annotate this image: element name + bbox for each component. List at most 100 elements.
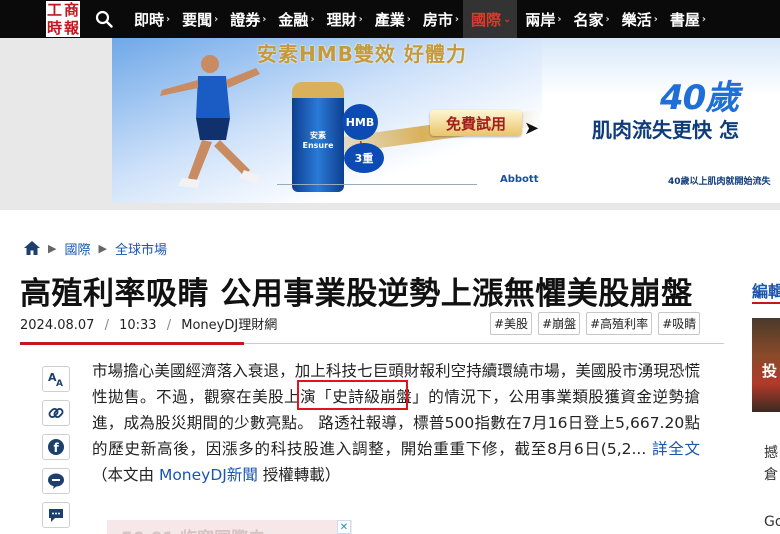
copy-link-button[interactable] (42, 400, 70, 426)
inline-ad-text: 50 01 临窗国際去 (121, 524, 265, 534)
chevron-right-icon: › (358, 13, 363, 25)
ad-small-note: 40歲以上肌肉就開始流失 (668, 177, 771, 187)
sidebar-article-title[interactable]: Go (764, 514, 780, 530)
search-icon (95, 10, 113, 28)
nav-item-label: 即時 (134, 10, 165, 29)
logo-char: 工 (46, 1, 62, 19)
nav-item[interactable]: 書屋 › (662, 0, 710, 38)
breadcrumb-item-global-market[interactable]: 全球市場 (115, 239, 167, 258)
nav-item-label: 產業 (374, 10, 405, 29)
site-logo[interactable]: 工 商 時 報 (0, 0, 82, 38)
nav-item-label: 樂活 (621, 10, 652, 29)
breadcrumb-item-international[interactable]: 國際 (64, 239, 90, 258)
chevron-right-icon: › (262, 13, 267, 25)
comment-button[interactable] (42, 502, 70, 528)
svg-text:A: A (56, 379, 63, 388)
nav-item[interactable]: 名家 › (566, 0, 614, 38)
sidebar-heading: 編輯 (752, 282, 780, 301)
breadcrumb-separator: ▶ (98, 241, 107, 255)
logo-badge: 工 商 時 報 (46, 1, 80, 37)
chevron-right-icon: › (406, 13, 411, 25)
facebook-share-button[interactable]: f (42, 434, 70, 460)
svg-text:f: f (54, 441, 60, 455)
advertisement-banner[interactable]: 安素HMB雙效 好體力 安素 Ensure HMB + 3重 免費試用 ➤ Ab… (112, 38, 780, 203)
ad-three-badge: 3重 (344, 143, 384, 173)
line-icon (48, 473, 64, 489)
font-size-button[interactable]: A A (42, 366, 70, 392)
title-underline (244, 343, 724, 344)
chevron-right-icon: › (701, 13, 706, 25)
logo-char: 報 (63, 19, 79, 37)
nav-item[interactable]: 要聞 › (174, 0, 222, 38)
article-source: MoneyDJ理財網 (181, 318, 278, 333)
nav-item[interactable]: 國際 ⌄ (462, 0, 518, 38)
ad-hmb-badge: HMB (342, 104, 378, 140)
nav-item[interactable]: 理財 › (319, 0, 367, 38)
font-size-icon: A A (48, 371, 63, 388)
ad-headline: 安素HMB雙效 好體力 (257, 42, 467, 66)
logo-char: 商 (63, 1, 79, 19)
chevron-right-icon: › (653, 13, 658, 25)
chevron-right-icon: › (454, 13, 459, 25)
read-more-link[interactable]: 詳全文 (652, 440, 700, 458)
top-navigation: 工 商 時 報 即時 › 要聞 › 證券 › 金融 › 理財 › 產業 › 房市 › 國際 ⌄ 兩岸 › 名家 › 樂活… (0, 0, 780, 38)
nav-item[interactable]: 產業 › (367, 0, 415, 38)
chevron-right-icon: › (605, 13, 610, 25)
article-text: 授權轉載） (262, 466, 341, 484)
banner-ad-area: 安素HMB雙效 好體力 安素 Ensure HMB + 3重 免費試用 ➤ Ab… (0, 38, 780, 210)
ad-free-trial-button[interactable]: 免費試用 (430, 110, 522, 136)
logo-char: 時 (46, 19, 62, 37)
breadcrumb-separator: ▶ (48, 241, 57, 255)
sidebar-article-title[interactable]: 撼倉 (764, 442, 780, 486)
article-tags: #美股 #崩盤 #高殖利率 #吸睛 (490, 312, 701, 335)
highlight-box (297, 380, 408, 410)
nav-item[interactable]: 樂活 › (614, 0, 662, 38)
nav-item-label: 兩岸 (525, 10, 556, 29)
nav-item[interactable]: 即時 › (126, 0, 174, 38)
tag-us-stocks[interactable]: #美股 (490, 312, 533, 335)
chevron-down-icon: ⌄ (503, 13, 512, 25)
article-meta: 2024.08.07 / 10:33 / MoneyDJ理財網 (20, 314, 277, 333)
article-text: （本文由 (92, 466, 155, 484)
article-body: 市場擔心美國經濟落入衰退，加上科技七巨頭財報利空持續環繞市場，美國股市湧現恐慌性… (92, 358, 700, 488)
inline-advertisement[interactable]: 50 01 临窗国際去 ✕ (107, 520, 352, 534)
breadcrumb: ▶ 國際 ▶ 全球市場 (24, 238, 167, 258)
chevron-right-icon: › (310, 13, 315, 25)
home-icon[interactable] (24, 241, 40, 255)
comment-icon (49, 509, 63, 522)
meta-divider: / (104, 318, 109, 333)
ad-brand: Abbott (500, 174, 539, 185)
nav-item[interactable]: 房市 › (415, 0, 463, 38)
chevron-right-icon: › (557, 13, 562, 25)
ad-bottle-label: 安素 Ensure (302, 131, 334, 150)
search-button[interactable] (82, 0, 126, 38)
nav-item[interactable]: 金融 › (270, 0, 318, 38)
link-icon (48, 408, 64, 418)
article-date: 2024.08.07 (20, 318, 95, 333)
source-link[interactable]: MoneyDJ新聞 (159, 466, 258, 484)
runner-figure (160, 55, 260, 188)
tag-crash[interactable]: #崩盤 (538, 312, 581, 335)
ad-fine-print (277, 184, 477, 186)
nav-item[interactable]: 證券 › (222, 0, 270, 38)
ad-age-text: 肌肉流失更快 怎 (592, 118, 739, 142)
ad-age-title: 40歲 (660, 78, 739, 118)
tag-high-yield[interactable]: #高殖利率 (586, 312, 653, 335)
nav-item-label: 金融 (278, 10, 309, 29)
article-text: 市場擔心美國經濟落入衰退，加上科技七巨頭財報利空持續環繞市場，美國股市湧現恐慌性… (92, 362, 700, 458)
facebook-icon: f (48, 439, 64, 455)
close-ad-icon[interactable]: ✕ (337, 520, 351, 534)
nav-item-label: 國際 (470, 10, 501, 29)
sidebar-thumbnail-text: 投 (762, 362, 778, 380)
nav-item-label: 房市 (422, 10, 453, 29)
nav-menu: 即時 › 要聞 › 證券 › 金融 › 理財 › 產業 › 房市 › 國際 ⌄ 兩岸 › 名家 › 樂活 › 書屋 › (126, 0, 710, 38)
nav-item-label: 書屋 (669, 10, 700, 29)
nav-item-label: 名家 (573, 10, 604, 29)
chevron-right-icon: › (166, 13, 171, 25)
title-underline-accent (20, 342, 244, 345)
nav-item-label: 理財 (326, 10, 357, 29)
tag-attention[interactable]: #吸睛 (658, 312, 701, 335)
nav-item-label: 證券 (230, 10, 261, 29)
line-share-button[interactable] (42, 468, 70, 494)
nav-item[interactable]: 兩岸 › (517, 0, 565, 38)
